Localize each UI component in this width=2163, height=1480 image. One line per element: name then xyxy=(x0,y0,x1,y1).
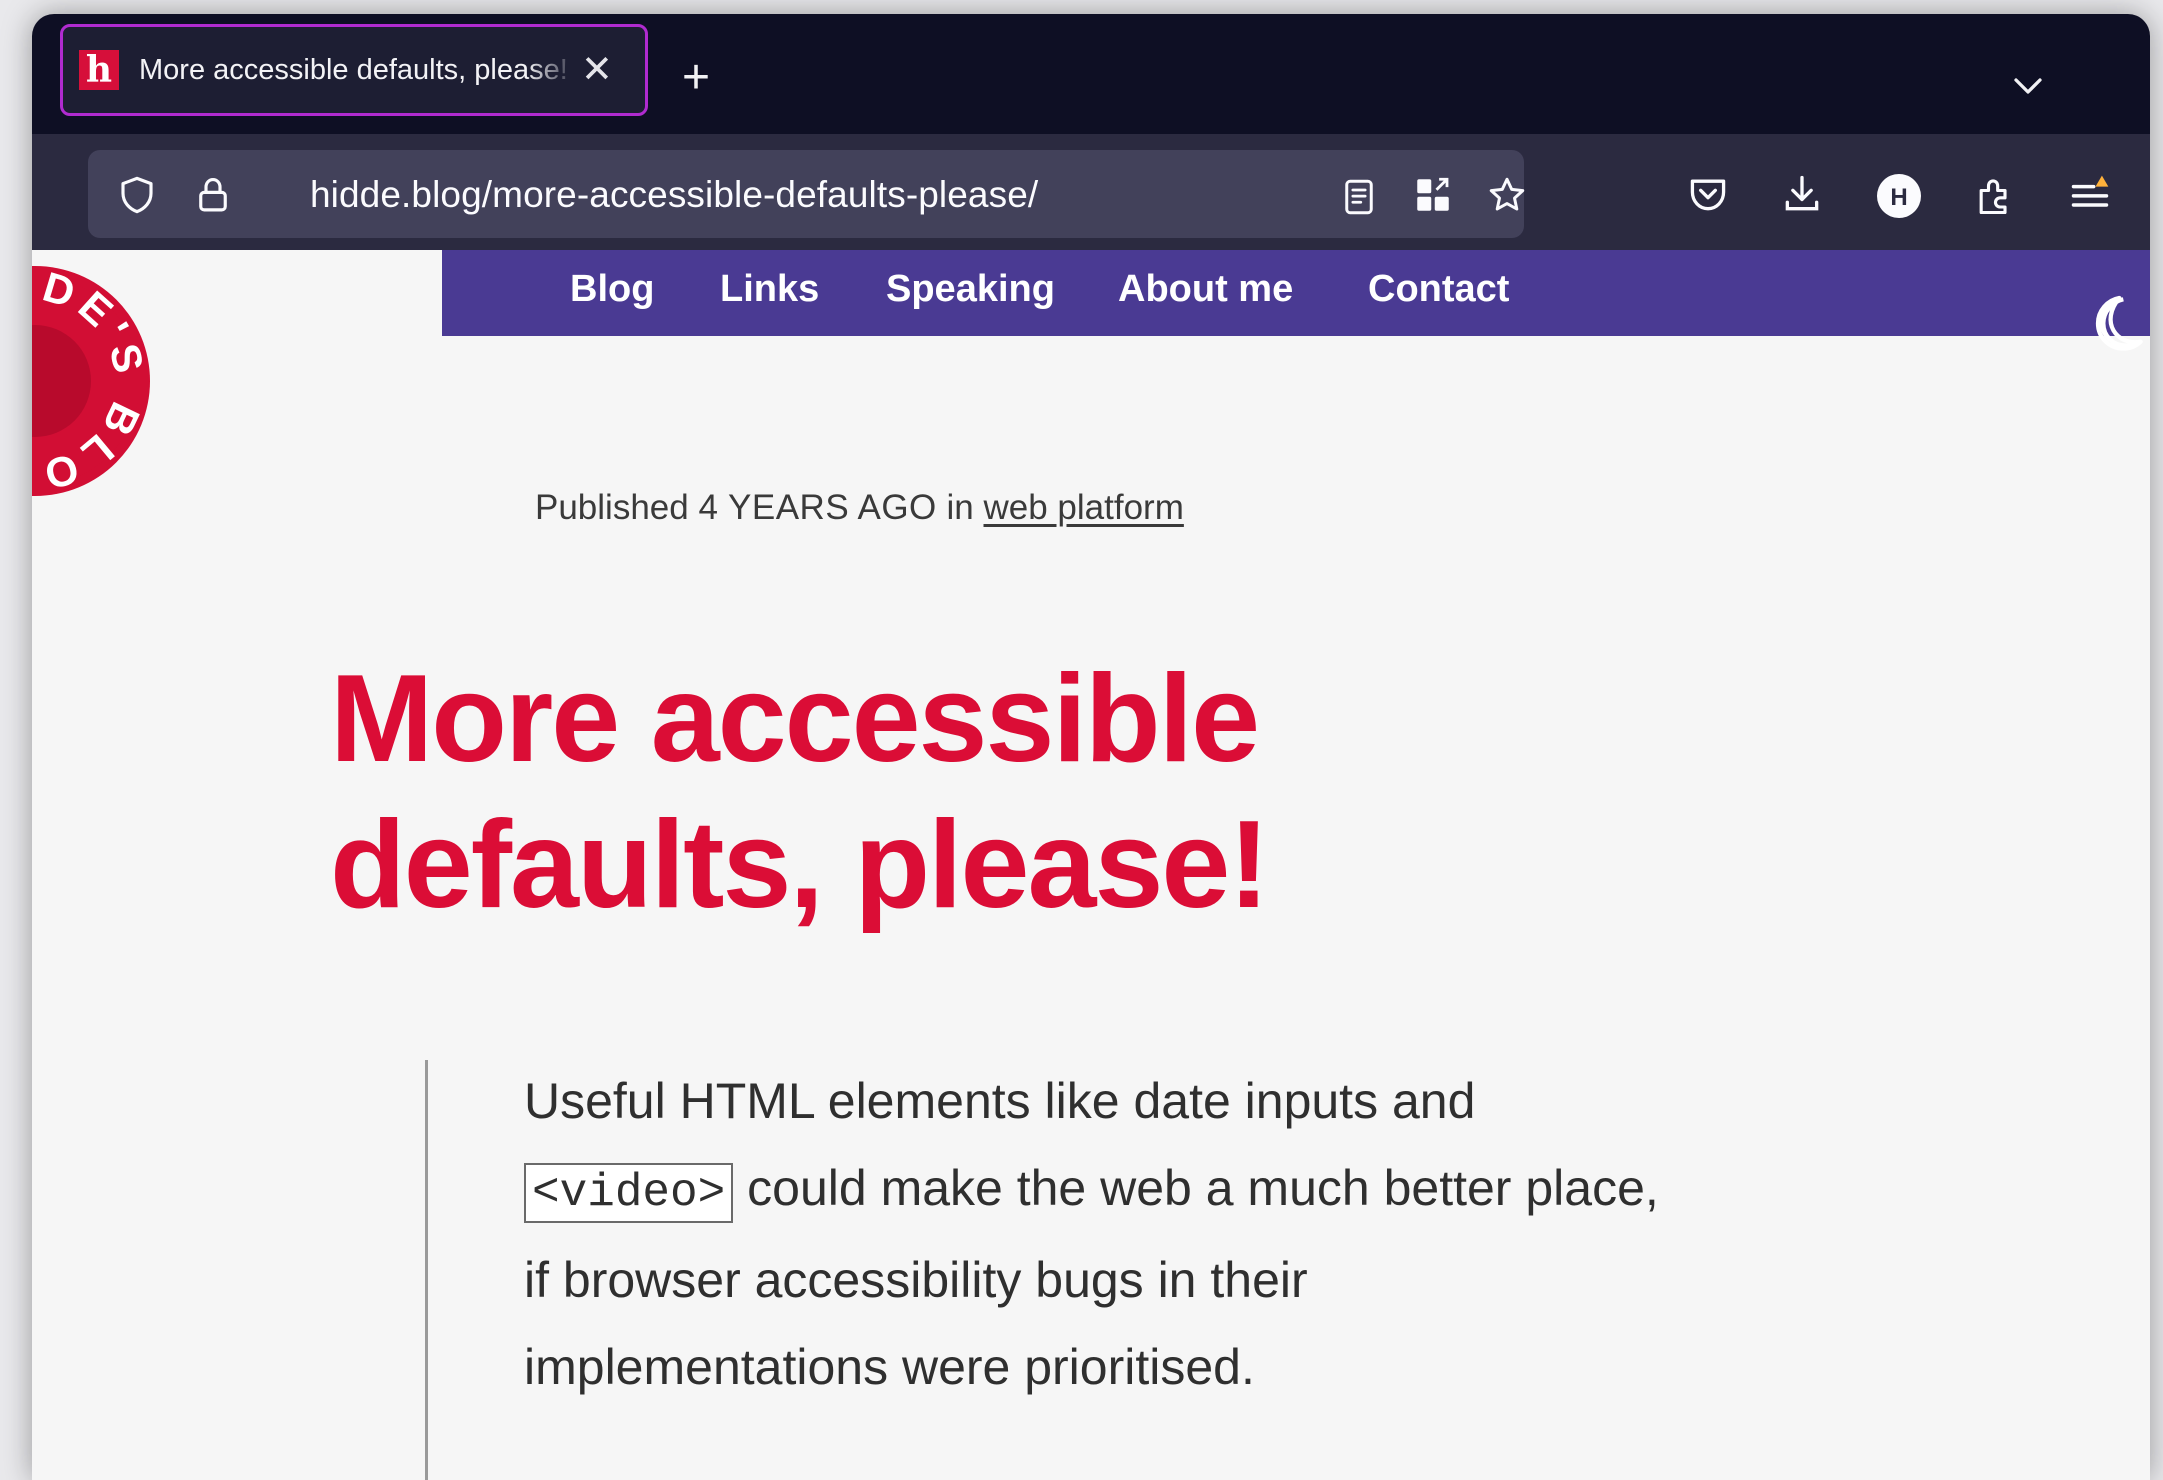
nav-link-links[interactable]: Links xyxy=(720,268,819,311)
moon-icon[interactable] xyxy=(2082,290,2146,354)
chevron-down-icon[interactable] xyxy=(2010,68,2046,104)
navigation-toolbar: hidde.blog/more-accessible-defaults-plea… xyxy=(32,134,2150,250)
extensions-icon[interactable] xyxy=(1972,174,2016,218)
account-initial: H xyxy=(1890,184,1907,211)
tab-strip: h More accessible defaults, please! ✕ + xyxy=(32,14,2150,134)
meta-published-label: Published xyxy=(535,488,689,527)
reader-view-icon[interactable] xyxy=(1338,176,1380,218)
browser-window: h More accessible defaults, please! ✕ + … xyxy=(32,14,2150,1480)
lock-icon[interactable] xyxy=(192,174,234,216)
nav-link-contact[interactable]: Contact xyxy=(1368,268,1509,311)
close-tab-icon[interactable]: ✕ xyxy=(581,51,613,89)
article-title: More accessible defaults, please! xyxy=(330,650,1270,934)
site-favicon: h xyxy=(79,50,119,90)
nav-link-blog[interactable]: Blog xyxy=(570,268,654,311)
post-meta: Published 4 YEARS AGO in web platform xyxy=(535,488,1184,528)
account-icon[interactable]: H xyxy=(1875,172,1923,220)
article-intro: Useful HTML elements like date inputs an… xyxy=(524,1058,1664,1411)
nav-link-speaking[interactable]: Speaking xyxy=(886,268,1055,311)
tab-title: More accessible defaults, please! xyxy=(139,53,568,86)
meta-in-label: in xyxy=(946,488,974,527)
site-logo[interactable]: HIDDE'S BLOG xyxy=(32,266,150,496)
site-navigation: Blog Links Speaking About me Contact xyxy=(442,250,2150,351)
url-text[interactable]: hidde.blog/more-accessible-defaults-plea… xyxy=(310,174,1038,216)
pocket-icon[interactable] xyxy=(1686,172,1730,216)
category-link[interactable]: web platform xyxy=(984,488,1184,527)
inline-code: <video> xyxy=(524,1163,734,1223)
star-icon[interactable] xyxy=(1486,174,1528,216)
intro-text-before: Useful HTML elements like date inputs an… xyxy=(524,1073,1476,1129)
menu-icon[interactable] xyxy=(2068,172,2112,216)
browser-tab[interactable]: h More accessible defaults, please! ✕ xyxy=(60,24,648,116)
nav-link-about-me[interactable]: About me xyxy=(1118,268,1293,311)
download-icon[interactable] xyxy=(1780,172,1824,216)
logo-seal: HIDDE'S BLOG xyxy=(32,266,148,496)
meta-published-date: 4 YEARS AGO xyxy=(698,488,937,527)
new-tab-button[interactable]: + xyxy=(682,54,710,102)
address-bar[interactable]: hidde.blog/more-accessible-defaults-plea… xyxy=(88,150,1525,238)
intro-divider xyxy=(425,1060,428,1480)
qr-code-icon[interactable] xyxy=(1412,174,1454,216)
shield-icon[interactable] xyxy=(116,174,158,216)
web-page: HIDDE'S BLOG Blog Links Speaking About m… xyxy=(32,250,2150,1480)
